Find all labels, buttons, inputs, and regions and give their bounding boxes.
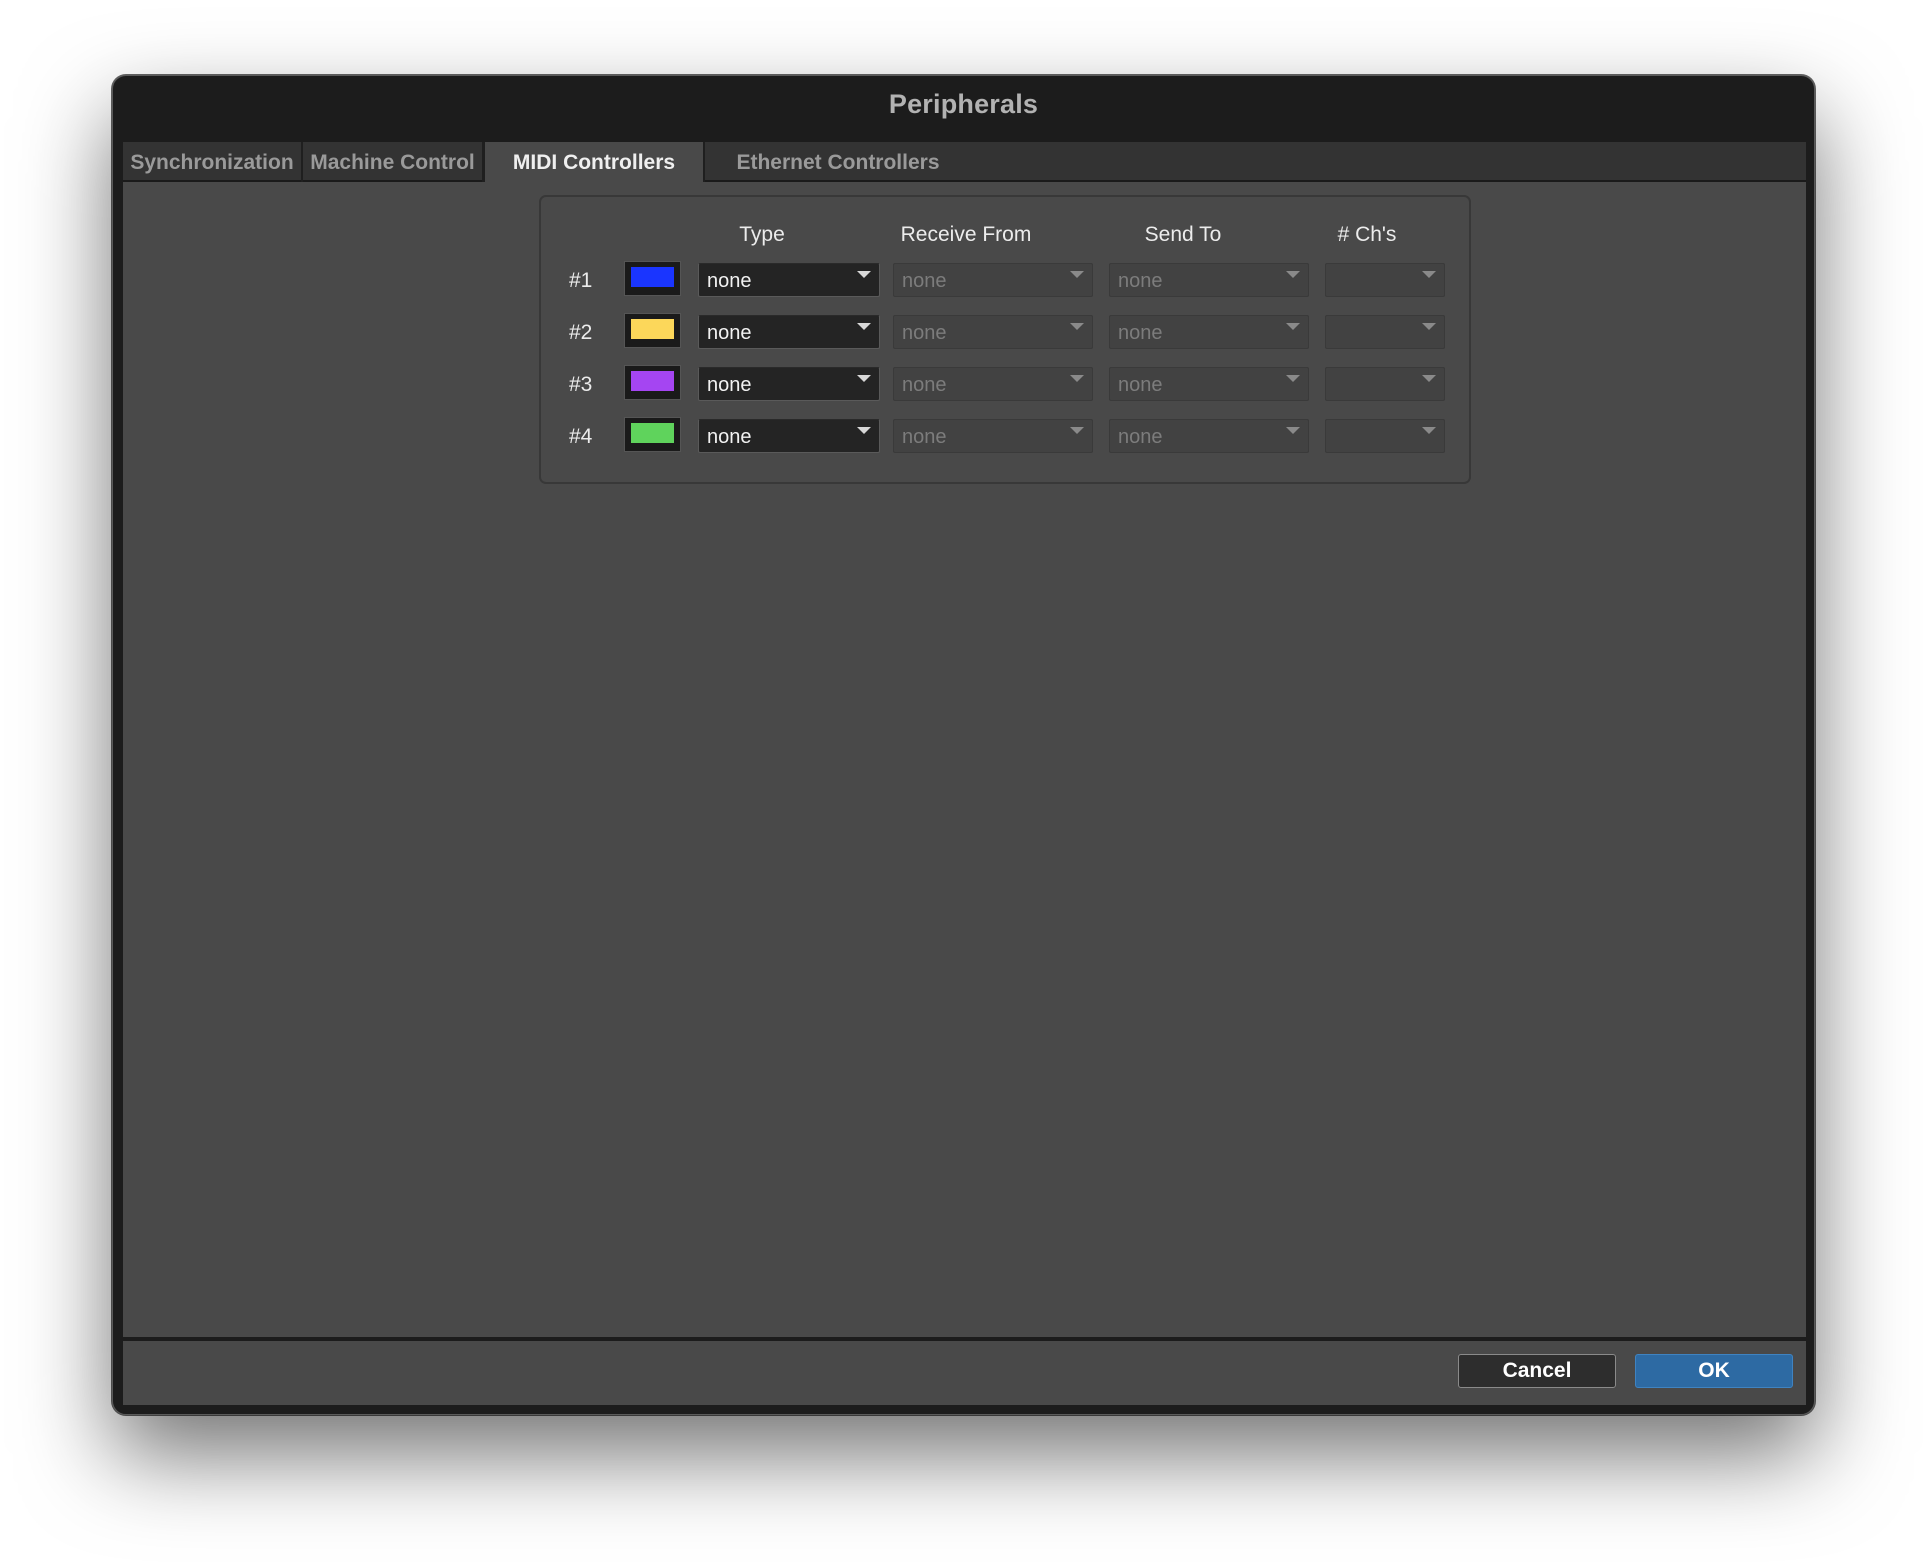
tab-machine-control[interactable]: Machine Control <box>303 142 484 182</box>
channels-dropdown[interactable] <box>1325 367 1445 401</box>
send-to-dropdown-value: none <box>1118 374 1163 396</box>
chevron-down-icon <box>1422 375 1436 382</box>
type-dropdown[interactable]: none <box>698 263 880 297</box>
type-dropdown[interactable]: none <box>698 315 880 349</box>
channels-dropdown[interactable] <box>1325 263 1445 297</box>
channels-dropdown[interactable] <box>1325 419 1445 453</box>
chevron-down-icon <box>1422 271 1436 278</box>
color-swatch[interactable] <box>624 365 681 400</box>
receive-from-dropdown[interactable]: none <box>893 263 1093 297</box>
channels-dropdown[interactable] <box>1325 315 1445 349</box>
tab-synchronization[interactable]: Synchronization <box>123 142 303 182</box>
peripherals-dialog: Peripherals Synchronization Machine Cont… <box>112 75 1815 1415</box>
color-swatch-fill <box>631 423 674 443</box>
send-to-dropdown-value: none <box>1118 426 1163 448</box>
chevron-down-icon <box>1422 323 1436 330</box>
cancel-button[interactable]: Cancel <box>1458 1354 1616 1388</box>
color-swatch[interactable] <box>624 417 681 452</box>
type-dropdown-value: none <box>707 426 752 448</box>
chevron-down-icon <box>1286 375 1300 382</box>
tab-bar: Synchronization Machine Control MIDI Con… <box>123 142 1806 184</box>
color-swatch[interactable] <box>624 313 681 348</box>
window-title: Peripherals <box>888 89 1039 119</box>
midi-controllers-group: Type Receive From Send To # Ch's #1 none… <box>539 195 1471 484</box>
color-swatch-fill <box>631 319 674 339</box>
receive-from-dropdown[interactable]: none <box>893 315 1093 349</box>
ok-button[interactable]: OK <box>1635 1354 1793 1388</box>
column-header-type: Type <box>739 223 785 246</box>
send-to-dropdown[interactable]: none <box>1109 419 1309 453</box>
color-swatch-fill <box>631 267 674 287</box>
chevron-down-icon <box>857 375 871 382</box>
receive-from-dropdown[interactable]: none <box>893 419 1093 453</box>
chevron-down-icon <box>1286 323 1300 330</box>
chevron-down-icon <box>1070 323 1084 330</box>
chevron-down-icon <box>1286 427 1300 434</box>
type-dropdown-value: none <box>707 374 752 396</box>
type-dropdown[interactable]: none <box>698 367 880 401</box>
type-dropdown[interactable]: none <box>698 419 880 453</box>
chevron-down-icon <box>857 323 871 330</box>
column-header-channels: # Ch's <box>1337 223 1397 246</box>
color-swatch[interactable] <box>624 261 681 296</box>
chevron-down-icon <box>1070 375 1084 382</box>
send-to-dropdown-value: none <box>1118 322 1163 344</box>
receive-from-dropdown[interactable]: none <box>893 367 1093 401</box>
column-header-receive-from: Receive From <box>900 223 1032 246</box>
row-label: #4 <box>569 425 593 448</box>
chevron-down-icon <box>857 427 871 434</box>
row-label: #2 <box>569 321 593 344</box>
receive-from-dropdown-value: none <box>902 270 947 292</box>
midi-controllers-panel: Type Receive From Send To # Ch's #1 none… <box>123 182 1806 1337</box>
send-to-dropdown[interactable]: none <box>1109 315 1309 349</box>
send-to-dropdown-value: none <box>1118 270 1163 292</box>
column-header-send-to: Send To <box>1144 223 1222 246</box>
receive-from-dropdown-value: none <box>902 322 947 344</box>
color-swatch-fill <box>631 371 674 391</box>
chevron-down-icon <box>857 271 871 278</box>
chevron-down-icon <box>1070 427 1084 434</box>
chevron-down-icon <box>1070 271 1084 278</box>
chevron-down-icon <box>1422 427 1436 434</box>
receive-from-dropdown-value: none <box>902 426 947 448</box>
chevron-down-icon <box>1286 271 1300 278</box>
dialog-footer: Cancel OK <box>123 1341 1806 1405</box>
send-to-dropdown[interactable]: none <box>1109 263 1309 297</box>
row-label: #3 <box>569 373 593 396</box>
row-label: #1 <box>569 269 593 292</box>
type-dropdown-value: none <box>707 270 752 292</box>
receive-from-dropdown-value: none <box>902 374 947 396</box>
send-to-dropdown[interactable]: none <box>1109 367 1309 401</box>
tab-ethernet-controllers[interactable]: Ethernet Controllers <box>705 142 971 182</box>
tab-midi-controllers[interactable]: MIDI Controllers <box>483 142 705 184</box>
type-dropdown-value: none <box>707 322 752 344</box>
